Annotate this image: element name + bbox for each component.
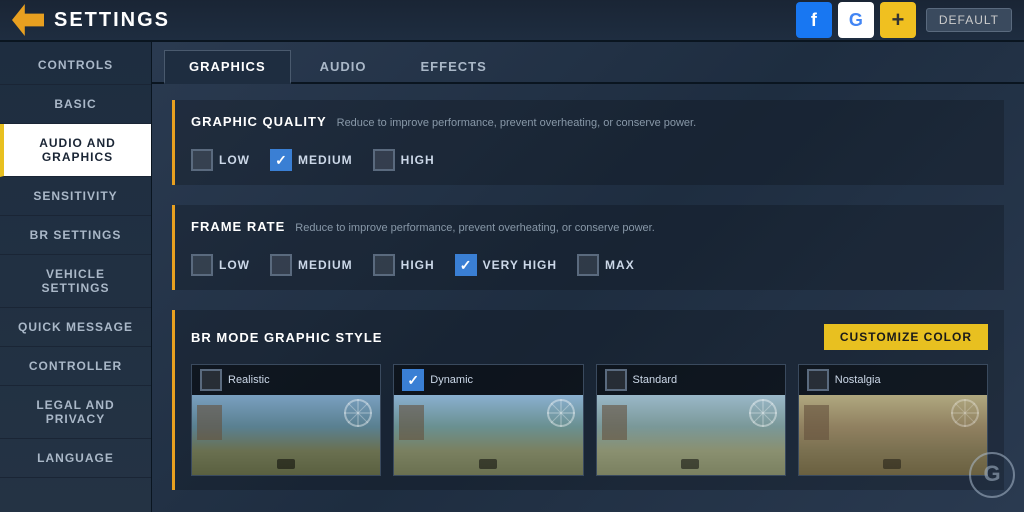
main-layout: CONTROLS BASIC AUDIO AND GRAPHICS SENSIT… <box>0 42 1024 512</box>
option-very-high-fps[interactable]: VERY HIGH <box>455 254 557 276</box>
sidebar-item-legal-and-privacy[interactable]: LEGAL AND PRIVACY <box>0 386 151 439</box>
option-max-fps[interactable]: MAX <box>577 254 635 276</box>
style-card-img-nostalgia <box>799 395 987 475</box>
label-low-quality: LOW <box>219 153 250 167</box>
style-card-header-realistic: Realistic <box>192 365 380 395</box>
label-realistic: Realistic <box>228 374 270 386</box>
option-low-fps[interactable]: LOW <box>191 254 250 276</box>
frame-rate-subtitle: Reduce to improve performance, prevent o… <box>295 222 655 234</box>
frame-rate-section: FRAME RATE Reduce to improve performance… <box>172 205 1004 290</box>
sidebar-item-quick-message[interactable]: QUICK MESSAGE <box>0 308 151 347</box>
sidebar-item-br-settings[interactable]: BR SETTINGS <box>0 216 151 255</box>
label-high-fps: HIGH <box>401 258 435 272</box>
sidebar-item-basic[interactable]: BASIC <box>0 85 151 124</box>
checkbox-nostalgia[interactable] <box>807 369 829 391</box>
sidebar-item-controller[interactable]: CONTROLLER <box>0 347 151 386</box>
br-mode-section: BR MODE GRAPHIC STYLE CUSTOMIZE COLOR Re… <box>172 310 1004 490</box>
style-card-dynamic[interactable]: Dynamic <box>393 364 583 476</box>
graphic-quality-section: GRAPHIC QUALITY Reduce to improve perfor… <box>172 100 1004 185</box>
checkbox-medium-fps[interactable] <box>270 254 292 276</box>
building-decoration-nostalgia <box>804 405 829 440</box>
graphic-quality-title: GRAPHIC QUALITY <box>191 114 327 129</box>
graphic-quality-options: LOW MEDIUM HIGH <box>191 149 988 171</box>
style-card-header-standard: Standard <box>597 365 785 395</box>
style-card-standard[interactable]: Standard <box>596 364 786 476</box>
frame-rate-title: FRAME RATE <box>191 219 285 234</box>
building-decoration-dynamic <box>399 405 424 440</box>
checkbox-standard[interactable] <box>605 369 627 391</box>
label-standard: Standard <box>633 374 678 386</box>
graphic-quality-subtitle: Reduce to improve performance, prevent o… <box>337 117 697 129</box>
tabs-bar: GRAPHICS AUDIO EFFECTS <box>152 42 1024 84</box>
label-nostalgia: Nostalgia <box>835 374 881 386</box>
facebook-icon[interactable]: f <box>796 2 832 38</box>
label-low-fps: LOW <box>219 258 250 272</box>
header-icons: f G + DEFAULT <box>796 2 1012 38</box>
bike-decoration <box>277 459 295 469</box>
checkbox-very-high-fps[interactable] <box>455 254 477 276</box>
style-cards-row: Realistic <box>191 364 988 476</box>
label-dynamic: Dynamic <box>430 374 473 386</box>
option-high-fps[interactable]: HIGH <box>373 254 435 276</box>
option-high-quality[interactable]: HIGH <box>373 149 435 171</box>
frame-rate-title-row: FRAME RATE Reduce to improve performance… <box>191 219 988 246</box>
frame-rate-options: LOW MEDIUM HIGH VERY HIGH <box>191 254 988 276</box>
svg-text:G: G <box>983 461 1000 486</box>
ferris-spokes-nostalgia <box>951 399 979 427</box>
checkbox-realistic[interactable] <box>200 369 222 391</box>
tab-graphics[interactable]: GRAPHICS <box>164 50 291 84</box>
sidebar: CONTROLS BASIC AUDIO AND GRAPHICS SENSIT… <box>0 42 152 512</box>
ferris-spokes <box>344 399 372 427</box>
google-icon[interactable]: G <box>838 2 874 38</box>
content-area: GRAPHICS AUDIO EFFECTS GRAPHIC QUALITY R… <box>152 42 1024 512</box>
label-high-quality: HIGH <box>401 153 435 167</box>
option-medium-fps[interactable]: MEDIUM <box>270 254 353 276</box>
checkbox-high-quality[interactable] <box>373 149 395 171</box>
tab-audio[interactable]: AUDIO <box>295 50 392 82</box>
checkbox-max-fps[interactable] <box>577 254 599 276</box>
sidebar-item-vehicle-settings[interactable]: VEHICLE SETTINGS <box>0 255 151 308</box>
tab-effects[interactable]: EFFECTS <box>396 50 512 82</box>
ferris-spokes-dynamic <box>547 399 575 427</box>
style-card-img-dynamic <box>394 395 582 475</box>
settings-content: GRAPHIC QUALITY Reduce to improve perfor… <box>152 84 1024 512</box>
checkbox-low-quality[interactable] <box>191 149 213 171</box>
bike-decoration-standard <box>681 459 699 469</box>
watermark-logo: G <box>968 451 1016 504</box>
default-button[interactable]: DEFAULT <box>926 8 1012 32</box>
back-icon[interactable] <box>12 4 44 36</box>
label-max-fps: MAX <box>605 258 635 272</box>
customize-color-button[interactable]: CUSTOMIZE COLOR <box>824 324 988 350</box>
building-decoration <box>197 405 222 440</box>
style-card-header-nostalgia: Nostalgia <box>799 365 987 395</box>
checkbox-medium-quality[interactable] <box>270 149 292 171</box>
label-medium-quality: MEDIUM <box>298 153 353 167</box>
ferris-spokes-standard <box>749 399 777 427</box>
bike-decoration-dynamic <box>479 459 497 469</box>
style-card-nostalgia[interactable]: Nostalgia <box>798 364 988 476</box>
sidebar-item-controls[interactable]: CONTROLS <box>0 46 151 85</box>
building-decoration-standard <box>602 405 627 440</box>
sidebar-item-sensitivity[interactable]: SENSITIVITY <box>0 177 151 216</box>
label-medium-fps: MEDIUM <box>298 258 353 272</box>
style-card-header-dynamic: Dynamic <box>394 365 582 395</box>
sidebar-item-language[interactable]: LANGUAGE <box>0 439 151 478</box>
checkbox-high-fps[interactable] <box>373 254 395 276</box>
label-very-high-fps: VERY HIGH <box>483 258 557 272</box>
style-card-img-standard <box>597 395 785 475</box>
sidebar-item-audio-and-graphics[interactable]: AUDIO AND GRAPHICS <box>0 124 151 177</box>
br-mode-title: BR MODE GRAPHIC STYLE <box>191 330 382 345</box>
option-low-quality[interactable]: LOW <box>191 149 250 171</box>
checkbox-low-fps[interactable] <box>191 254 213 276</box>
page-title: SETTINGS <box>54 9 796 32</box>
plus-icon[interactable]: + <box>880 2 916 38</box>
graphic-quality-title-row: GRAPHIC QUALITY Reduce to improve perfor… <box>191 114 988 141</box>
header: SETTINGS f G + DEFAULT <box>0 0 1024 42</box>
bike-decoration-nostalgia <box>883 459 901 469</box>
br-section-header: BR MODE GRAPHIC STYLE CUSTOMIZE COLOR <box>191 324 988 350</box>
checkbox-dynamic[interactable] <box>402 369 424 391</box>
style-card-realistic[interactable]: Realistic <box>191 364 381 476</box>
style-card-img-realistic <box>192 395 380 475</box>
option-medium-quality[interactable]: MEDIUM <box>270 149 353 171</box>
